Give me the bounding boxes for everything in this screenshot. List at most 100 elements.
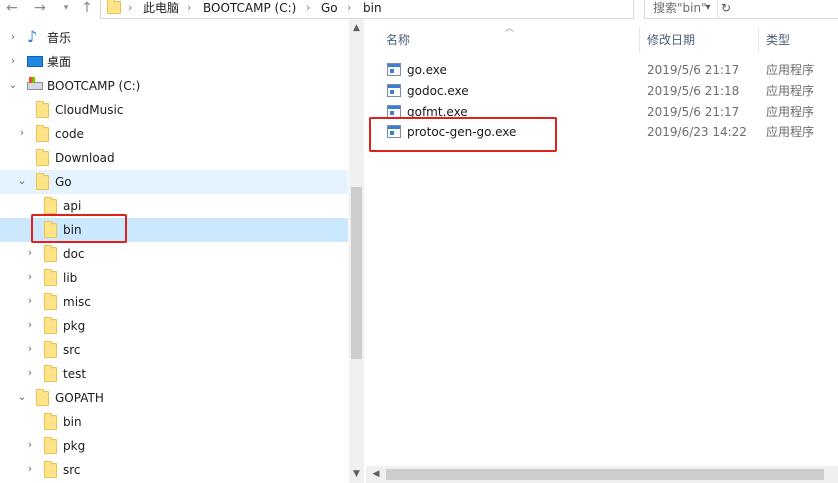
tree-item-cloudmusic[interactable]: CloudMusic xyxy=(0,98,348,122)
content-horizontal-scrollbar[interactable]: ◀ xyxy=(366,466,838,483)
tree-item-label: bin xyxy=(63,415,82,429)
tree-item-label: 桌面 xyxy=(47,55,72,69)
tree-item-gopath-bin[interactable]: bin xyxy=(0,410,348,434)
expand-chevron-icon[interactable]: › xyxy=(24,367,36,379)
tree-item-music[interactable]: › ♪ 音乐 xyxy=(0,26,348,50)
folder-icon xyxy=(36,173,49,190)
up-arrow-icon[interactable]: ↑ xyxy=(77,0,97,18)
expand-chevron-icon[interactable]: › xyxy=(24,343,36,355)
breadcrumb-separator-icon[interactable]: › xyxy=(128,1,132,17)
folder-icon xyxy=(44,293,57,310)
tree-item-go[interactable]: ⌄ Go xyxy=(0,170,348,194)
file-row[interactable]: go.exe 2019/5/6 21:17 应用程序 xyxy=(366,60,838,81)
collapse-chevron-icon[interactable]: ⌄ xyxy=(7,79,19,91)
search-placeholder: 搜索"bin" xyxy=(653,1,707,15)
breadcrumb-separator-icon[interactable]: › xyxy=(347,1,351,17)
expand-chevron-icon[interactable]: › xyxy=(24,295,36,307)
tree-item-label: api xyxy=(63,199,82,213)
recent-locations-dropdown-icon[interactable]: ▾ xyxy=(56,0,76,18)
folder-icon xyxy=(44,461,57,478)
breadcrumb-this-pc[interactable]: 此电脑 xyxy=(143,1,179,17)
tree-item-code[interactable]: › code xyxy=(0,122,348,146)
expand-chevron-icon[interactable]: › xyxy=(24,463,36,475)
tree-item-label: Go xyxy=(55,175,72,189)
file-row[interactable]: godoc.exe 2019/5/6 21:18 应用程序 xyxy=(366,81,838,102)
expand-chevron-icon[interactable]: › xyxy=(7,31,19,43)
tree-item-label: doc xyxy=(63,247,85,261)
expand-chevron-icon[interactable]: › xyxy=(24,271,36,283)
file-modified: 2019/5/6 21:17 xyxy=(647,63,740,77)
column-divider[interactable] xyxy=(758,27,759,53)
folder-icon xyxy=(44,413,57,430)
file-type: 应用程序 xyxy=(766,125,815,139)
column-header-name[interactable]: 名称 xyxy=(386,33,410,49)
back-arrow-icon[interactable]: ← xyxy=(2,0,22,18)
file-modified: 2019/6/23 14:22 xyxy=(647,125,747,139)
music-icon: ♪ xyxy=(27,27,38,46)
tree-item-label: misc xyxy=(63,295,91,309)
column-header-type[interactable]: 类型 xyxy=(766,33,790,49)
tree-item-label: 音乐 xyxy=(47,31,72,45)
tree-item-gopath[interactable]: ⌄ GOPATH xyxy=(0,386,348,410)
scrollbar-thumb[interactable] xyxy=(386,469,824,480)
collapse-chevron-icon[interactable]: ⌄ xyxy=(16,391,28,403)
sort-ascending-icon: ︿ xyxy=(505,24,515,34)
tree-item-label: src xyxy=(63,463,81,477)
folder-icon xyxy=(44,317,57,334)
search-box[interactable]: 搜索"bin" xyxy=(644,0,838,19)
scroll-left-arrow-icon[interactable]: ◀ xyxy=(370,468,382,481)
column-header-modified[interactable]: 修改日期 xyxy=(647,33,695,49)
tree-item-test[interactable]: › test xyxy=(0,362,348,386)
tree-item-label: BOOTCAMP (C:) xyxy=(47,79,141,93)
file-type: 应用程序 xyxy=(766,63,815,77)
breadcrumb-drive[interactable]: BOOTCAMP (C:) xyxy=(203,1,296,17)
folder-icon xyxy=(44,365,57,382)
file-type: 应用程序 xyxy=(766,105,815,119)
breadcrumb-go[interactable]: Go xyxy=(321,1,338,17)
tree-item-lib[interactable]: › lib xyxy=(0,266,348,290)
folder-icon xyxy=(44,245,57,262)
scroll-up-arrow-icon[interactable]: ▲ xyxy=(349,21,364,35)
address-bar[interactable]: › 此电脑 › BOOTCAMP (C:) › Go › bin ▾ ↻ xyxy=(100,0,731,19)
tree-item-label: Download xyxy=(55,151,115,165)
file-name: godoc.exe xyxy=(407,84,469,98)
drive-icon xyxy=(27,77,43,90)
tree-item-desktop[interactable]: › 桌面 xyxy=(0,50,348,74)
tree-item-label: pkg xyxy=(63,319,86,333)
annotation-highlight-protoc-gen-go xyxy=(369,117,557,152)
expand-chevron-icon[interactable]: › xyxy=(24,247,36,259)
navigation-pane: › ♪ 音乐 › 桌面 ⌄ BOOTCAMP (C:) CloudMusic ›… xyxy=(0,19,364,483)
file-type: 应用程序 xyxy=(766,84,815,98)
expand-chevron-icon[interactable]: › xyxy=(16,127,28,139)
nav-vertical-scrollbar[interactable]: ▲ ▼ xyxy=(349,19,364,483)
expand-chevron-icon[interactable]: › xyxy=(7,55,19,67)
folder-icon xyxy=(44,341,57,358)
tree-item-misc[interactable]: › misc xyxy=(0,290,348,314)
scrollbar-thumb[interactable] xyxy=(351,187,362,359)
column-divider[interactable] xyxy=(639,27,640,53)
file-list-pane: ︿ 名称 修改日期 类型 go.exe 2019/5/6 21:17 应用程序 … xyxy=(366,19,838,483)
tree-item-download[interactable]: Download xyxy=(0,146,348,170)
breadcrumb-separator-icon[interactable]: › xyxy=(306,1,310,17)
breadcrumb-separator-icon[interactable]: › xyxy=(187,1,191,17)
scroll-down-arrow-icon[interactable]: ▼ xyxy=(349,467,364,481)
desktop-icon xyxy=(27,56,43,67)
tree-item-gopath-src[interactable]: › src xyxy=(0,458,348,482)
address-toolbar: ← → ▾ ↑ › 此电脑 › BOOTCAMP (C:) › Go › bin… xyxy=(0,0,838,19)
tree-item-label: src xyxy=(63,343,81,357)
tree-item-doc[interactable]: › doc xyxy=(0,242,348,266)
tree-item-src[interactable]: › src xyxy=(0,338,348,362)
tree-item-gopath-pkg[interactable]: › pkg xyxy=(0,434,348,458)
tree-item-label: code xyxy=(55,127,84,141)
folder-icon xyxy=(36,125,49,142)
breadcrumb-bin[interactable]: bin xyxy=(363,1,382,17)
tree-item-bootcamp-drive[interactable]: ⌄ BOOTCAMP (C:) xyxy=(0,74,348,98)
folder-icon xyxy=(36,149,49,166)
expand-chevron-icon[interactable]: › xyxy=(24,319,36,331)
collapse-chevron-icon[interactable]: ⌄ xyxy=(16,175,28,187)
file-modified: 2019/5/6 21:18 xyxy=(647,84,740,98)
tree-item-pkg[interactable]: › pkg xyxy=(0,314,348,338)
exe-file-icon xyxy=(387,63,401,76)
forward-arrow-icon[interactable]: → xyxy=(30,0,50,18)
expand-chevron-icon[interactable]: › xyxy=(24,439,36,451)
